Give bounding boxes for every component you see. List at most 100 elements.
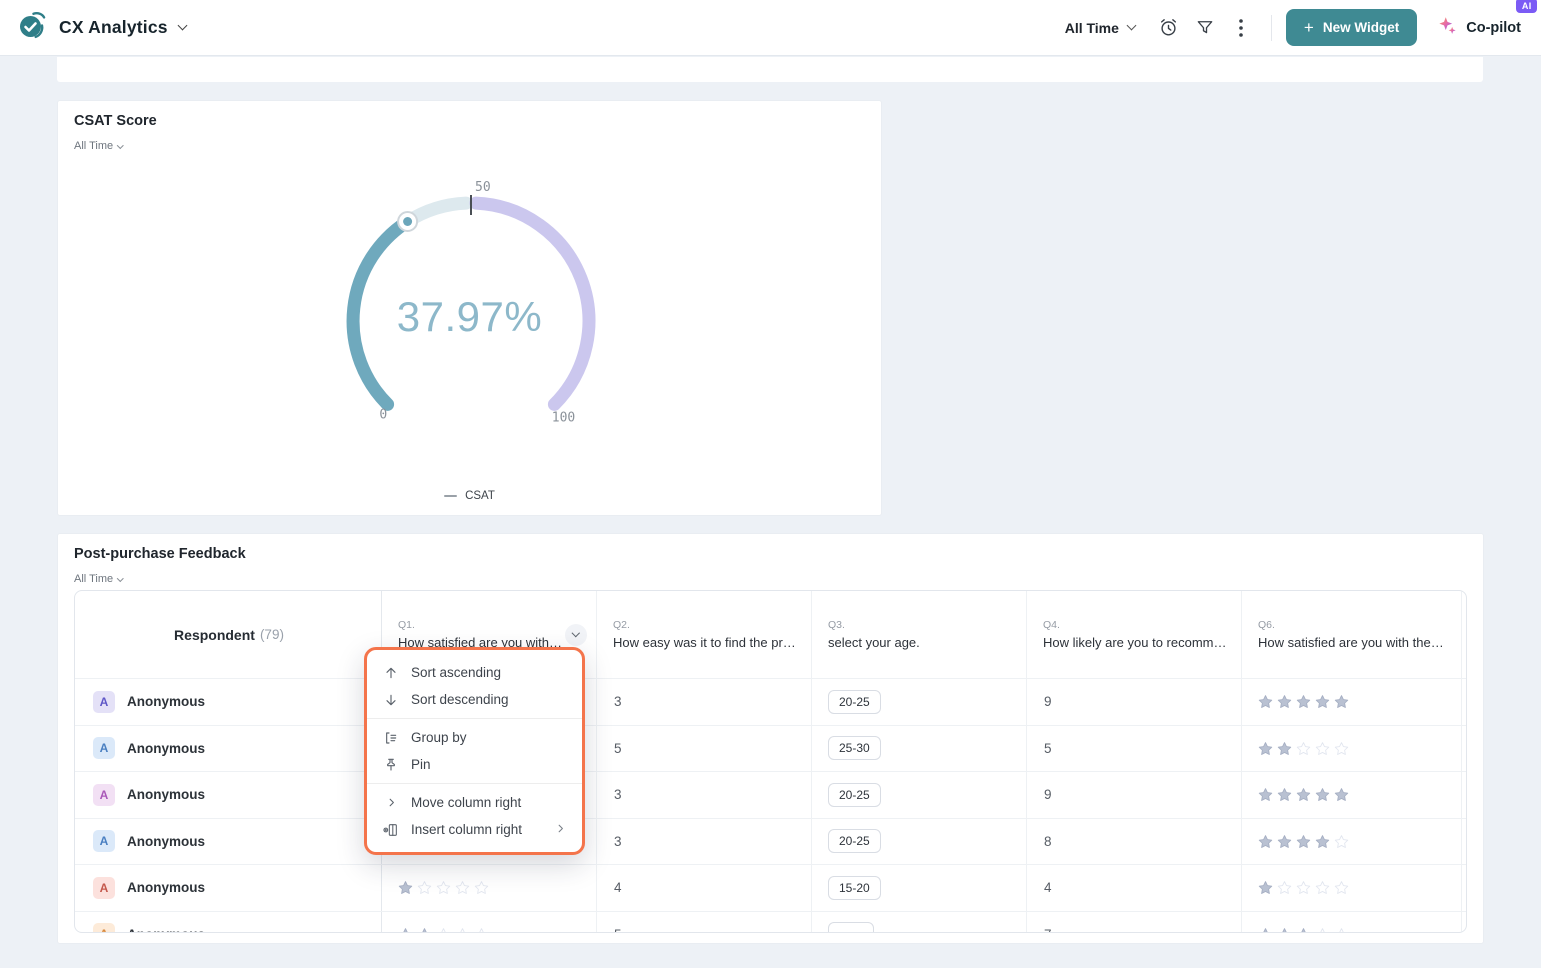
age-badge: 15-20 (828, 876, 881, 900)
post-purchase-feedback-widget: Post-purchase Feedback All Time Responde… (57, 533, 1484, 944)
star-icon (1315, 880, 1330, 895)
menu-item-sort-descending[interactable]: Sort descending (367, 686, 582, 713)
column-header-q6[interactable]: Q6. How satisfied are you with the… (1242, 591, 1462, 678)
q4-cell: 9 (1027, 679, 1242, 725)
menu-item-group-by[interactable]: Group by (367, 724, 582, 751)
q3-cell (812, 912, 1027, 934)
star-icon (398, 880, 413, 895)
legend-dash-icon (444, 495, 457, 498)
question-number: Q1. (398, 619, 580, 631)
svg-text:100: 100 (552, 411, 575, 426)
menu-divider (367, 783, 582, 784)
table-row[interactable]: AAnonymous57 (75, 911, 1466, 934)
legend-item-csat[interactable]: CSAT (58, 490, 881, 502)
star-icon (1258, 694, 1273, 709)
star-icon (1258, 927, 1273, 933)
column-header-respondent[interactable]: Respondent (79) (75, 591, 382, 678)
q3-cell: 20-25 (812, 772, 1027, 818)
star-rating (1242, 880, 1349, 895)
respondent-name: Anonymous (127, 834, 205, 849)
age-badge: 20-25 (828, 690, 881, 714)
column-context-menu: Sort ascendingSort descending Group by Pin… (364, 647, 585, 855)
q2-cell: 3 (597, 679, 812, 725)
respondent-name: Anonymous (127, 787, 205, 802)
respondent-cell: AAnonymous (75, 819, 382, 865)
q6-cell (1242, 819, 1462, 865)
age-badge: 20-25 (828, 783, 881, 807)
ai-badge: AI (1516, 0, 1537, 13)
star-icon (1334, 787, 1349, 802)
column-header-q2[interactable]: Q2.How easy was it to find the pr… (597, 591, 812, 678)
table-row[interactable]: AAnonymous320-258 (75, 818, 1466, 865)
menu-item-label: Group by (411, 730, 467, 745)
star-icon (1315, 927, 1330, 933)
feedback-time-filter[interactable]: All Time (74, 573, 123, 585)
menu-item-sort-ascending[interactable]: Sort ascending (367, 659, 582, 686)
question-number: Q4. (1043, 619, 1225, 631)
schedule-alarm-icon[interactable] (1151, 10, 1187, 46)
table-row[interactable]: AAnonymous415-204 (75, 864, 1466, 911)
row-filler (1462, 865, 1466, 911)
age-badge: 25-30 (828, 736, 881, 760)
q4-cell: 5 (1027, 726, 1242, 772)
star-icon (1277, 927, 1292, 933)
age-badge: 20-25 (828, 829, 881, 853)
star-icon (417, 927, 432, 933)
plus-icon: + (1304, 19, 1314, 36)
responses-table: Respondent (79) Q1. How satisfied are you… (74, 590, 1467, 933)
star-icon (474, 880, 489, 895)
star-icon (1334, 880, 1349, 895)
column-header-q3[interactable]: Q3.select your age. (812, 591, 1027, 678)
menu-divider (367, 718, 582, 719)
row-filler (1462, 819, 1466, 865)
respondent-header-label: Respondent (174, 627, 255, 643)
star-icon (436, 880, 451, 895)
global-time-filter[interactable]: All Time (1065, 20, 1135, 36)
star-icon (1334, 694, 1349, 709)
table-row[interactable]: AAnonymous320-259 (75, 678, 1466, 725)
star-rating (1242, 694, 1349, 709)
menu-item-label: Move column right (411, 795, 521, 810)
star-icon (1315, 787, 1330, 802)
q3-cell: 20-25 (812, 819, 1027, 865)
copilot-button[interactable]: Co-pilot AI (1437, 15, 1521, 40)
new-widget-button[interactable]: + New Widget (1286, 9, 1417, 46)
age-badge (828, 922, 874, 933)
star-icon (1258, 787, 1273, 802)
star-rating (382, 927, 489, 933)
scrolled-widget-edge (57, 57, 1483, 82)
question-text: How satisfied are you with the… (1258, 635, 1445, 650)
app-switcher-chevron-icon[interactable] (177, 21, 187, 31)
chevron-right-icon (382, 796, 400, 809)
star-rating (1242, 927, 1349, 933)
respondent-cell: AAnonymous (75, 772, 382, 818)
table-body: AAnonymous320-259AAnonymous525-305AAnony… (75, 678, 1466, 933)
menu-item-pin[interactable]: Pin (367, 751, 582, 778)
q2-cell: 3 (597, 819, 812, 865)
top-bar: CX Analytics All Time + New Widget (0, 0, 1541, 56)
avatar: A (93, 691, 115, 713)
menu-item-move-column-right[interactable]: Move column right (367, 789, 582, 816)
star-icon (1258, 834, 1273, 849)
row-filler (1462, 679, 1466, 725)
arrow-up-icon (382, 665, 400, 681)
menu-item-insert-column-right[interactable]: Insert column right (367, 816, 582, 843)
q3-cell: 15-20 (812, 865, 1027, 911)
q4-cell: 9 (1027, 772, 1242, 818)
question-number: Q6. (1258, 619, 1445, 631)
star-icon (1296, 834, 1311, 849)
table-row[interactable]: AAnonymous525-305 (75, 725, 1466, 772)
column-menu-button[interactable] (565, 624, 587, 646)
more-options-kebab-icon[interactable] (1223, 10, 1259, 46)
table-row[interactable]: AAnonymous320-259 (75, 771, 1466, 818)
q6-cell (1242, 912, 1462, 934)
insert-column-icon (382, 822, 400, 838)
respondent-name: Anonymous (127, 741, 205, 756)
q1-cell (382, 912, 597, 934)
chevron-down-icon (1126, 21, 1136, 31)
star-icon (1315, 834, 1330, 849)
q2-cell: 4 (597, 865, 812, 911)
arrow-down-icon (382, 692, 400, 708)
column-header-q4[interactable]: Q4.How likely are you to recomm… (1027, 591, 1242, 678)
filter-icon[interactable] (1187, 10, 1223, 46)
